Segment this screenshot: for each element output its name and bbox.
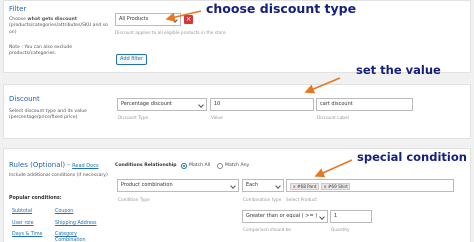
discount-value-hint: Value	[211, 116, 223, 121]
discount-label-hint: Discount Label	[317, 116, 349, 121]
condition-type-select[interactable]: Product combination	[117, 179, 239, 192]
combination-type-hint: Combination type	[243, 198, 282, 203]
popular-link-user-role[interactable]: User role	[12, 221, 34, 226]
product-tag: ×#68 Pant	[290, 183, 319, 190]
popular-link-category-combination[interactable]: Category Combination	[55, 232, 91, 242]
discount-title: Discount	[9, 95, 40, 103]
annotation-set-value: set the value	[356, 63, 441, 77]
discount-type-hint: Discount Type	[118, 116, 149, 121]
combination-type-select[interactable]: Each	[242, 179, 284, 192]
filter-description: Choose what gets discount (products/cate…	[9, 17, 108, 35]
quantity-hint: Quantity	[331, 228, 350, 233]
popular-link-coupon[interactable]: Coupon	[55, 209, 73, 214]
match-any-label: Match Any	[225, 163, 250, 168]
annotation-special-condition: special condition	[357, 150, 467, 164]
discount-type-select[interactable]: Percentage discount	[117, 98, 207, 111]
filter-note: Note : You can also exclude products/cat…	[9, 45, 73, 57]
discount-description: Select discount type and its value (perc…	[9, 109, 87, 121]
rules-description: Include additional conditions (if necess…	[9, 173, 108, 178]
discount-value-input[interactable]: 10	[210, 98, 314, 111]
annotation-choose-discount: choose discount type	[206, 1, 357, 16]
comparison-select[interactable]: Greater than or equal ( >= )	[242, 210, 328, 223]
product-select-input[interactable]: ×#68 Pant ×#69 Shirt	[286, 179, 454, 192]
condition-type-hint: Condition Type	[118, 198, 150, 203]
tag-remove-icon[interactable]: ×	[323, 184, 327, 189]
popular-link-shipping-address[interactable]: Shipping Address	[55, 221, 97, 226]
select-product-hint: Select Product	[286, 198, 317, 203]
read-docs-link[interactable]: Read Docs	[72, 163, 98, 169]
remove-filter-icon[interactable]: ×	[184, 15, 193, 24]
discount-label-input[interactable]: cart discount	[316, 98, 413, 111]
popular-link-subtotal[interactable]: Subtotal	[12, 209, 32, 214]
conditions-relationship-label: Conditions Relationship	[115, 163, 177, 168]
discount-panel: Discount Select discount type and its va…	[3, 84, 471, 139]
add-filter-button[interactable]: Add filter	[116, 54, 147, 65]
comparison-hint: Comparison should be	[243, 228, 292, 233]
product-tag: ×#69 Shirt	[320, 183, 351, 190]
quantity-input[interactable]: 1	[330, 210, 372, 223]
match-any-radio[interactable]	[217, 163, 223, 169]
rules-title: Rules (Optional) - Read Docs	[9, 161, 99, 169]
filter-type-select[interactable]: All Products	[115, 13, 181, 26]
match-all-radio[interactable]	[181, 163, 187, 169]
filter-title: Filter	[9, 5, 27, 13]
filter-hint: Discount applies to all eligible product…	[115, 31, 226, 36]
popular-link-days-time[interactable]: Days & Time	[12, 232, 43, 237]
popular-conditions-label: Popular conditions:	[9, 196, 62, 201]
match-all-label: Match All	[189, 163, 211, 168]
tag-remove-icon[interactable]: ×	[293, 184, 297, 189]
